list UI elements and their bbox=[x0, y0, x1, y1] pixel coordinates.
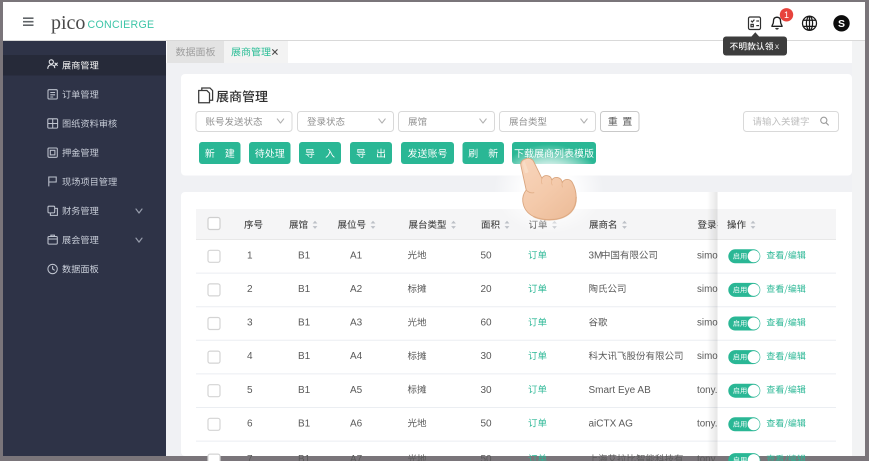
svg-text:50: 50 bbox=[481, 418, 493, 429]
svg-text:B1: B1 bbox=[298, 385, 311, 396]
svg-text:B1: B1 bbox=[298, 250, 311, 261]
svg-text:7: 7 bbox=[247, 454, 253, 461]
svg-text:3: 3 bbox=[247, 318, 253, 329]
svg-text:1: 1 bbox=[784, 10, 789, 20]
svg-text:A1: A1 bbox=[350, 250, 363, 261]
svg-text:50: 50 bbox=[481, 250, 493, 261]
svg-text:pico: pico bbox=[51, 12, 85, 34]
svg-text:B1: B1 bbox=[298, 318, 311, 329]
svg-text:4: 4 bbox=[247, 351, 253, 362]
svg-text:20: 20 bbox=[481, 284, 493, 295]
svg-text:50: 50 bbox=[481, 454, 493, 461]
svg-text:aiCTX AG: aiCTX AG bbox=[589, 418, 634, 429]
svg-text:B1: B1 bbox=[298, 284, 311, 295]
svg-text:B1: B1 bbox=[298, 454, 311, 461]
svg-text:5: 5 bbox=[247, 385, 253, 396]
svg-text:CONCIERGE: CONCIERGE bbox=[88, 19, 155, 31]
svg-text:30: 30 bbox=[481, 385, 493, 396]
svg-text:A7: A7 bbox=[350, 454, 363, 461]
svg-text:S: S bbox=[838, 18, 845, 30]
svg-text:Smart Eye AB: Smart Eye AB bbox=[589, 385, 652, 396]
svg-text:3M: 3M bbox=[589, 250, 603, 261]
svg-text:A3: A3 bbox=[350, 318, 363, 329]
svg-text:2: 2 bbox=[247, 284, 253, 295]
svg-text:1: 1 bbox=[247, 250, 253, 261]
svg-text:60: 60 bbox=[481, 318, 493, 329]
svg-text:A2: A2 bbox=[350, 284, 363, 295]
svg-text:A4: A4 bbox=[350, 351, 363, 362]
svg-text:6: 6 bbox=[247, 418, 253, 429]
svg-text:A6: A6 bbox=[350, 418, 363, 429]
svg-text:B1: B1 bbox=[298, 351, 311, 362]
svg-text:A5: A5 bbox=[350, 385, 363, 396]
svg-text:30: 30 bbox=[481, 351, 493, 362]
svg-text:B1: B1 bbox=[298, 418, 311, 429]
